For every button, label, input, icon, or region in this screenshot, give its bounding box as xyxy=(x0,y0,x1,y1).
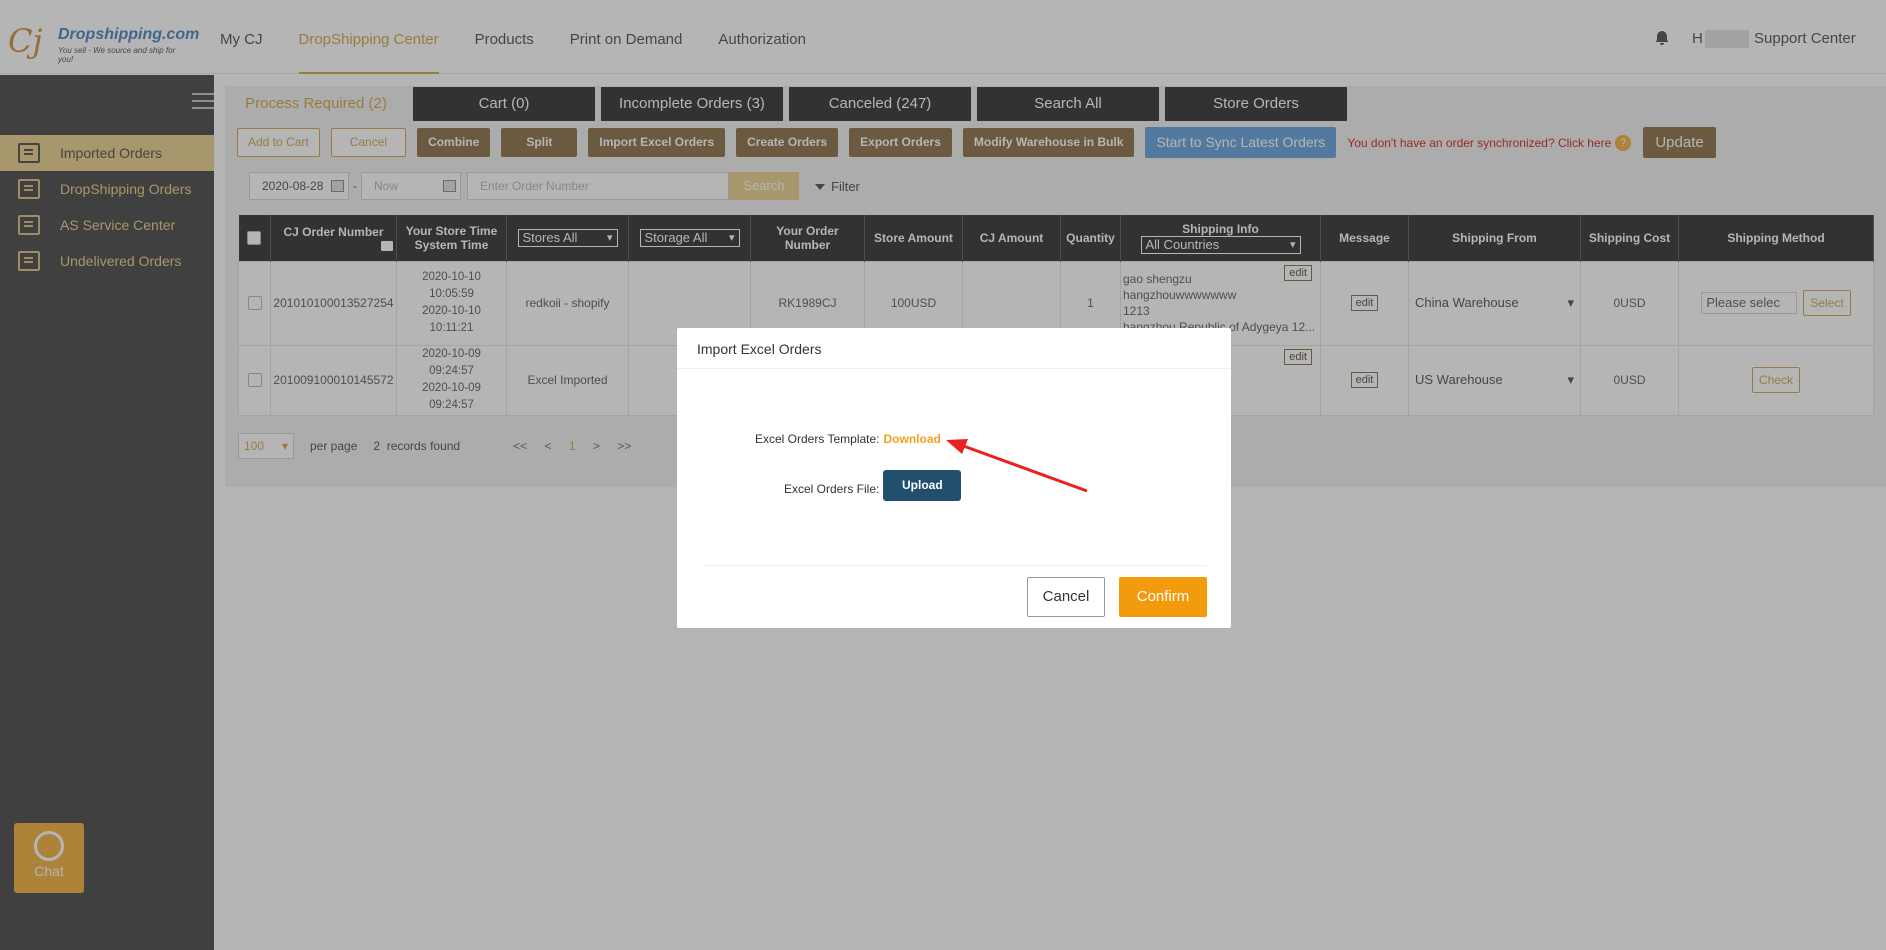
template-row: Excel Orders Template: Download xyxy=(755,432,941,446)
modal-cancel-button[interactable]: Cancel xyxy=(1027,577,1105,617)
file-label: Excel Orders File: xyxy=(784,481,880,496)
modal-title: Import Excel Orders xyxy=(677,328,1231,369)
file-row: Excel Orders File: Upload xyxy=(784,470,962,501)
red-arrow-annotation xyxy=(946,439,1088,493)
modal-divider xyxy=(702,565,1206,566)
template-label: Excel Orders Template: xyxy=(755,432,880,446)
modal-confirm-button[interactable]: Confirm xyxy=(1119,577,1207,617)
download-link[interactable]: Download xyxy=(884,432,941,446)
